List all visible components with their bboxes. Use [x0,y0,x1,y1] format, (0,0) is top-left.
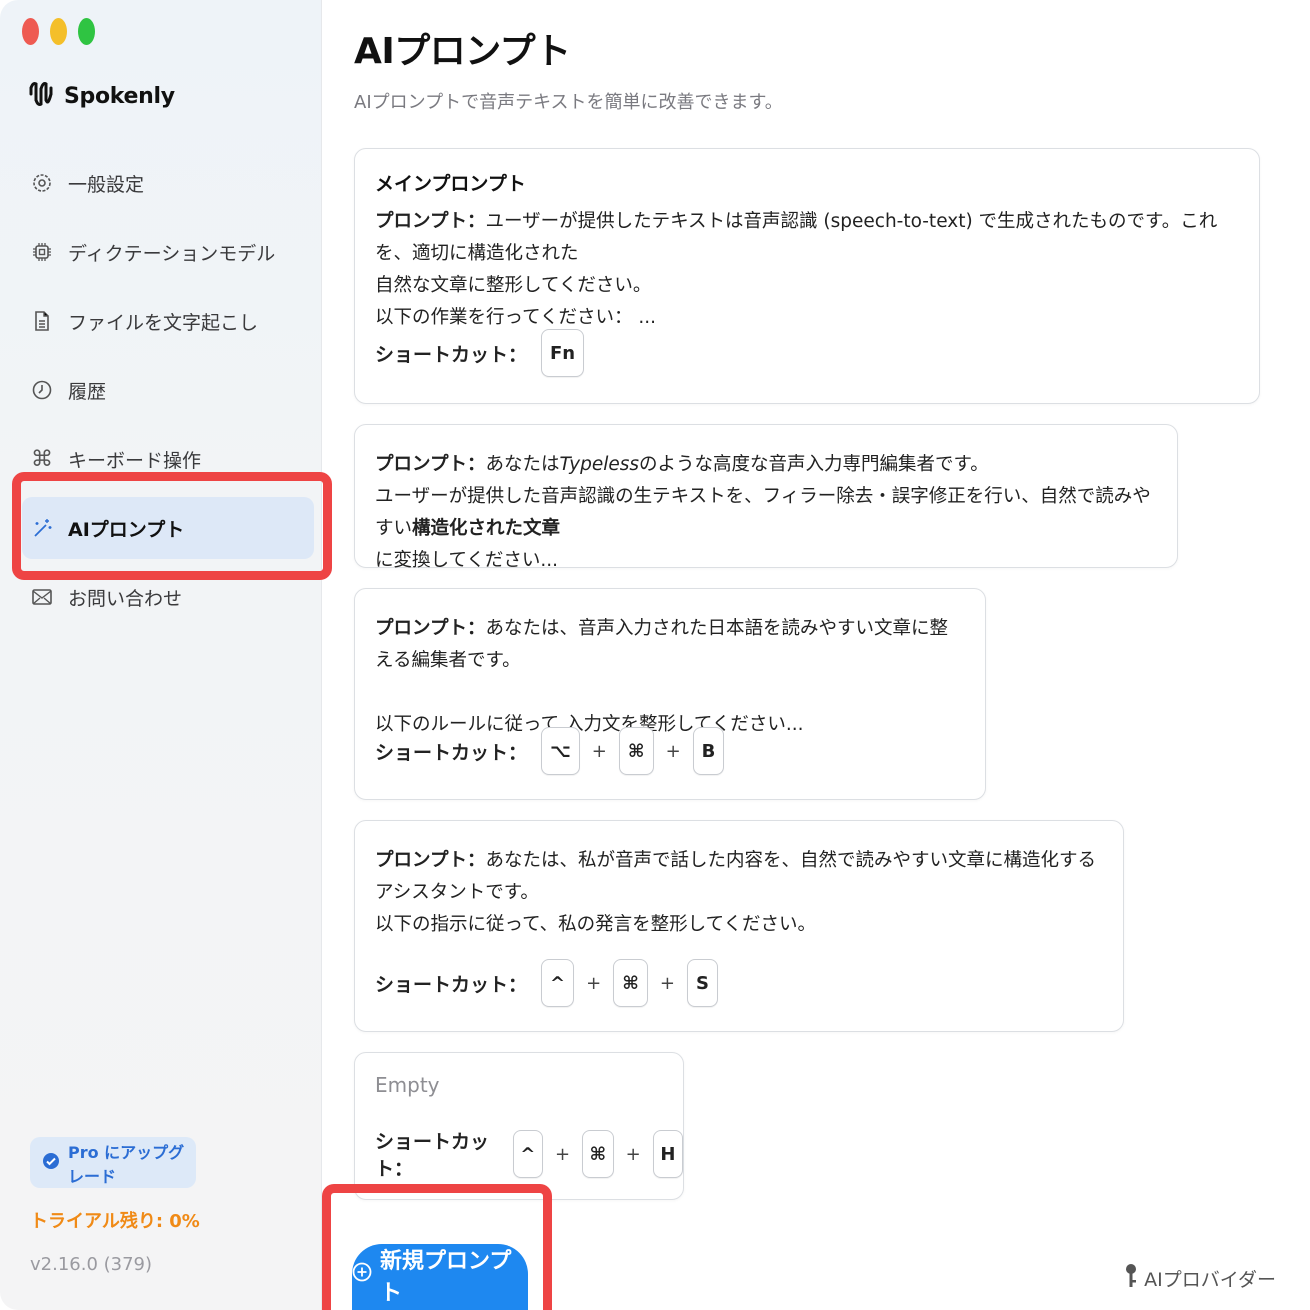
command-icon: ⌘ [31,446,53,472]
page-subtitle: AIプロンプトで音声テキストを簡単に改善できます。 [354,92,783,113]
key-icon [1124,1263,1138,1294]
ai-provider-label: AIプロバイダー [1144,1269,1276,1291]
app-name: Spokenly [64,83,175,109]
card-title: メインプロンプト [375,173,526,195]
prompt-line: 以下の指示に従って、私の発言を整形してください。 [375,914,817,935]
prompt-card[interactable]: プロンプト：あなたは、音声入力された日本語を読みやすい文章に整える編集者です。 … [354,588,986,800]
plus-sign: + [665,740,681,762]
sidebar-item-history[interactable]: 履歴 [22,359,314,421]
prompt-line: ユーザーが提供したテキストは音声認識 (speech-to-text) で生成さ… [375,211,1218,264]
shortcut-label: ショートカット： [375,973,528,996]
sidebar-item-label: お問い合わせ [68,587,183,610]
prompt-line: 自然な文章に整形してください。 [375,275,652,296]
shortcut-row: ショートカット： ^ + ⌘ + S [375,959,718,1007]
sidebar-item-keyboard[interactable]: ⌘ キーボード操作 [22,428,314,490]
close-window-button[interactable] [22,18,39,45]
prompt-card[interactable]: プロンプト：あなたは、私が音声で話した内容を、自然で読みやすい文章に構造化するア… [354,820,1124,1032]
new-prompt-label: 新規プロンプト [380,1249,512,1306]
shortcut-key[interactable]: H [652,1130,683,1178]
shortcut-key[interactable]: ⌘ [613,959,648,1007]
shortcut-key[interactable]: B [692,727,725,775]
shortcut-label: ショートカット： [375,1131,490,1180]
waveform-logo-icon [28,80,54,112]
window-controls [22,18,95,45]
prompt-line: 以下の作業を行ってください： ... [375,307,657,328]
prompt-line: あなたは [485,454,560,475]
page-title: AIプロンプト [354,31,571,72]
shortcut-key[interactable]: ⌘ [618,727,654,775]
sidebar-item-label: ファイルを文字起こし [68,311,259,334]
prompt-card-main[interactable]: メインプロンプト プロンプト：ユーザーが提供したテキストは音声認識 (speec… [354,148,1260,404]
prompt-prefix: プロンプト： [375,850,486,871]
shortcut-row: ショートカット： ⌥ + ⌘ + B [375,727,725,775]
prompt-card[interactable]: プロンプト：あなたはTypelessのような高度な音声入力専門編集者です。 ユー… [354,424,1178,571]
shortcut-row: ショートカット： Fn [375,329,585,377]
prompt-prefix: プロンプト： [375,454,486,475]
prompt-line: のような高度な音声入力専門編集者です。 [639,454,989,475]
verified-badge-icon [42,1152,60,1174]
sidebar-item-label: ディクテーションモデル [68,242,276,265]
prompt-text: プロンプト：あなたは、私が音声で話した内容を、自然で読みやすい文章に構造化するア… [375,845,1103,941]
sidebar-item-label: 履歴 [68,380,107,403]
clock-icon [30,378,54,402]
prompt-prefix: プロンプト： [375,618,486,639]
sidebar-item-general[interactable]: 一般設定 [22,152,314,214]
prompt-text: プロンプト：あなたは、音声入力された日本語を読みやすい文章に整える編集者です。 … [375,613,965,741]
new-prompt-button[interactable]: 新規プロンプト [352,1244,528,1310]
sidebar-item-label: キーボード操作 [68,449,202,472]
shortcut-key[interactable]: S [687,959,718,1007]
plus-sign: + [625,1143,641,1165]
gear-icon [30,171,54,195]
plus-sign: + [586,972,602,994]
magic-wand-icon [30,516,54,540]
zoom-window-button[interactable] [78,18,95,45]
mail-icon [30,585,54,609]
upgrade-label: Pro にアップグレード [68,1142,185,1186]
shortcut-key[interactable]: ^ [541,959,575,1007]
sidebar-item-ai-prompt[interactable]: AIプロンプト [22,497,314,559]
plus-sign: + [591,740,607,762]
plus-circle-icon [352,1262,372,1288]
trial-status: トライアル残り: 0% [30,1211,200,1232]
prompt-text: プロンプト：あなたはTypelessのような高度な音声入力専門編集者です。 ユー… [375,449,1157,577]
sidebar-item-label: 一般設定 [68,173,145,196]
main-content: AIプロンプト AIプロンプトで音声テキストを簡単に改善できます。 メインプロン… [322,0,1310,1310]
prompt-card-empty[interactable]: Empty ショートカット： ^ + ⌘ + H [354,1052,684,1200]
minimize-window-button[interactable] [50,18,67,45]
shortcut-label: ショートカット： [375,343,528,366]
prompt-line: 構造化された文章 [412,518,561,539]
app-brand: Spokenly [28,80,175,112]
plus-sign: + [659,972,675,994]
app-version: v2.16.0 (379) [30,1254,153,1275]
upgrade-pro-button[interactable]: Pro にアップグレード [30,1137,196,1188]
sidebar-item-transcribe-file[interactable]: ファイルを文字起こし [22,290,314,352]
shortcut-row: ショートカット： ^ + ⌘ + H [375,1127,683,1181]
sidebar-item-dictation-model[interactable]: ディクテーションモデル [22,221,314,283]
sidebar: Spokenly 一般設定 ディクテーションモデル ファイルを文字起こし 履歴 [0,0,322,1310]
chip-icon [30,240,54,264]
plus-sign: + [554,1143,571,1165]
empty-prompt-text: Empty [375,1073,440,1097]
prompt-text: プロンプト：ユーザーが提供したテキストは音声認識 (speech-to-text… [375,206,1239,334]
prompt-line: Typeless [559,454,640,475]
shortcut-key[interactable]: Fn [541,329,585,377]
sidebar-item-label: AIプロンプト [68,518,185,541]
shortcut-key[interactable]: ⌥ [541,727,580,775]
sidebar-item-contact[interactable]: お問い合わせ [22,566,314,628]
document-icon [30,309,54,333]
prompt-prefix: プロンプト： [375,211,486,232]
shortcut-key[interactable]: ⌘ [582,1130,614,1178]
shortcut-key[interactable]: ^ [512,1130,543,1178]
ai-provider-button[interactable]: AIプロバイダー [1124,1263,1276,1294]
shortcut-label: ショートカット： [375,741,528,764]
prompt-line: に変換してください... [375,550,559,571]
